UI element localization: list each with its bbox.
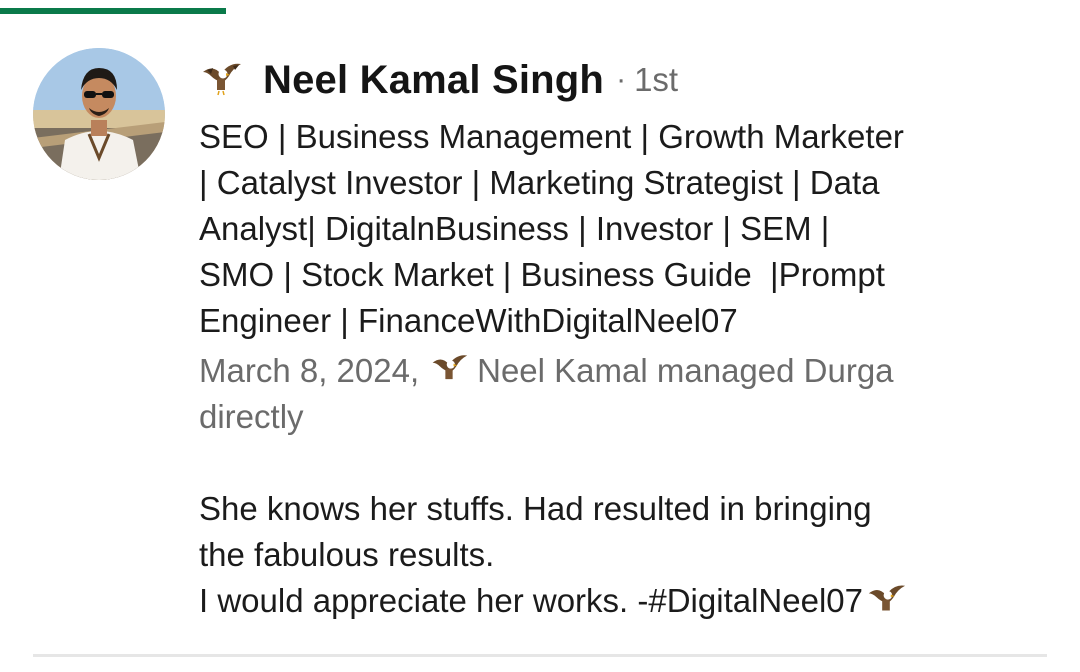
eagle-icon xyxy=(865,580,907,622)
active-tab-indicator xyxy=(0,8,226,14)
headline-line: Analyst| DigitalnBusiness | Investor | S… xyxy=(199,210,830,247)
recommendation-line: the fabulous results. xyxy=(199,536,495,573)
headline-line: | Catalyst Investor | Marketing Strategi… xyxy=(199,164,880,201)
avatar[interactable] xyxy=(33,48,165,180)
author-row: Neel Kamal Singh · 1st xyxy=(199,56,1059,104)
divider xyxy=(33,654,1047,657)
profile-photo-icon xyxy=(33,48,165,180)
recommendation-text: She knows her stuffs. Had resulted in br… xyxy=(199,486,1049,624)
eagle-icon xyxy=(429,350,469,390)
author-headline: SEO | Business Management | Growth Marke… xyxy=(199,114,1029,344)
recommendation-line: I would appreciate her works. -#DigitalN… xyxy=(199,582,863,619)
recommendation-relationship: Neel Kamal managed Durga xyxy=(477,352,894,389)
headline-line: Engineer | FinanceWithDigitalNeel07 xyxy=(199,302,738,339)
eagle-icon xyxy=(199,58,243,102)
connection-degree: 1st xyxy=(634,61,679,98)
headline-line: SEO | Business Management | Growth Marke… xyxy=(199,118,904,155)
author-name[interactable]: Neel Kamal Singh xyxy=(263,58,604,103)
recommendation-date: March 8, 2024, xyxy=(199,352,420,389)
headline-line: SMO | Stock Market | Business Guide |Pro… xyxy=(199,256,885,293)
recommendation-meta: March 8, 2024, Neel Kamal managed Durga … xyxy=(199,348,1029,440)
recommendation-relationship-cont: directly xyxy=(199,398,304,435)
separator-dot: · xyxy=(616,63,627,96)
recommendation-line-last: I would appreciate her works. -#DigitalN… xyxy=(199,578,1049,624)
recommendation-line: She knows her stuffs. Had resulted in br… xyxy=(199,490,872,527)
recommendation-card: Neel Kamal Singh · 1st SEO | Business Ma… xyxy=(199,56,1059,624)
